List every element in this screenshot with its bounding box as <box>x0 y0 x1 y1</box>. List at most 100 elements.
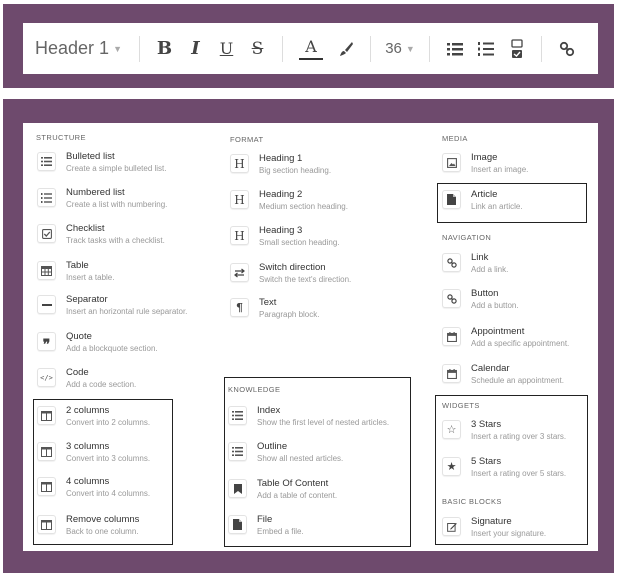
underline-button[interactable]: U <box>211 34 242 64</box>
block-desc: Insert a rating over 3 stars. <box>471 432 567 441</box>
font-size-select[interactable]: 36 ▼ <box>380 40 420 57</box>
numbered-list-icon <box>477 41 494 56</box>
heading-icon: H <box>230 226 249 245</box>
block-index[interactable]: Index Show the first level of nested arti… <box>228 405 389 429</box>
chevron-down-icon: ▼ <box>113 43 122 54</box>
block-switch-direction[interactable]: Switch direction Switch the text's direct… <box>230 262 351 286</box>
heading-glyph: H <box>234 192 245 207</box>
block-desc: Convert into 2 columns. <box>66 418 151 427</box>
block-table[interactable]: Table Insert a table. <box>37 260 114 284</box>
block-table-of-content[interactable]: Table Of Content Add a table of content. <box>228 478 337 502</box>
block-text[interactable]: ¶ Text Paragraph block. <box>230 297 319 321</box>
heading-glyph: H <box>234 228 245 243</box>
link-icon <box>442 253 461 272</box>
block-desc: Big section heading. <box>259 166 332 175</box>
columns-icon <box>37 477 56 496</box>
block-desc: Add a link. <box>471 265 509 274</box>
block-desc: Switch the text's direction. <box>259 275 352 284</box>
block-name: Numbered list <box>66 187 125 198</box>
block-name: Separator <box>66 294 108 305</box>
block-5-stars[interactable]: ★ 5 Stars Insert a rating over 5 stars. <box>442 456 566 480</box>
heading-select[interactable]: Header 1 ▼ <box>35 38 130 59</box>
section-title-navigation: NAVIGATION <box>442 233 492 242</box>
block-signature[interactable]: Signature Insert your signature. <box>442 516 546 540</box>
toolbar-divider <box>541 35 542 62</box>
block-button[interactable]: Button Add a button. <box>442 288 519 312</box>
block-desc: Convert into 3 columns. <box>66 454 151 463</box>
bulleted-list-button[interactable] <box>439 34 470 64</box>
columns-icon <box>37 442 56 461</box>
block-desc: Show the first level of nested articles. <box>257 418 390 427</box>
paragraph-icon: ¶ <box>230 298 249 317</box>
block-calendar[interactable]: Calendar Schedule an appointment. <box>442 363 564 387</box>
block-desc: Add a blockquote section. <box>66 344 158 353</box>
section-title-media: MEDIA <box>442 134 468 143</box>
star-outline-icon: ☆ <box>442 420 461 439</box>
pen-edit-icon <box>442 517 461 536</box>
heading-select-value: Header 1 <box>35 38 110 58</box>
numbered-list-button[interactable] <box>470 34 501 64</box>
block-heading-1[interactable]: H Heading 1 Big section heading. <box>230 153 331 177</box>
strikethrough-button[interactable]: S <box>242 34 273 64</box>
link-icon <box>442 289 461 308</box>
block-desc: Create a simple bulleted list. <box>66 164 167 173</box>
block-desc: Small section heading. <box>259 238 340 247</box>
block-article[interactable]: Article Link an article. <box>442 189 523 213</box>
block-name: Checklist <box>66 223 105 234</box>
block-name: Calendar <box>471 363 510 374</box>
block-heading-2[interactable]: H Heading 2 Medium section heading. <box>230 189 348 213</box>
block-desc: Insert your signature. <box>471 529 547 538</box>
block-name: Table Of Content <box>257 478 329 489</box>
block-numbered-list[interactable]: Numbered list Create a list with numberin… <box>37 187 167 211</box>
block-name: Signature <box>471 516 512 527</box>
block-name: Button <box>471 288 499 299</box>
block-name: Bulleted list <box>66 151 115 162</box>
heading-glyph: H <box>234 156 245 171</box>
text-color-button[interactable]: A <box>292 34 330 64</box>
numbered-list-icon <box>37 188 56 207</box>
block-name: Link <box>471 252 489 263</box>
block-3-stars[interactable]: ☆ 3 Stars Insert a rating over 3 stars. <box>442 419 566 443</box>
block-image[interactable]: Image Insert an image. <box>442 152 528 176</box>
editor-toolbar: Header 1 ▼ B I U S A 36 ▼ <box>23 23 598 74</box>
block-desc: Create a list with numbering. <box>66 200 168 209</box>
block-heading-3[interactable]: H Heading 3 Small section heading. <box>230 225 340 249</box>
block-desc: Embed a file. <box>257 527 304 536</box>
block-desc: Add a specific appointment. <box>471 339 570 348</box>
block-bulleted-list[interactable]: Bulleted list Create a simple bulleted li… <box>37 151 167 175</box>
block-file[interactable]: File Embed a file. <box>228 514 304 538</box>
bulleted-list-icon <box>446 42 463 55</box>
highlight-button[interactable] <box>330 34 361 64</box>
block-3-columns[interactable]: 3 columns Convert into 3 columns. <box>37 441 150 465</box>
text-color-label: A <box>305 37 317 56</box>
block-remove-columns[interactable]: Remove columns Back to one column. <box>37 514 139 538</box>
link-button[interactable] <box>551 34 582 64</box>
block-name: Heading 3 <box>259 225 303 236</box>
block-desc: Insert a table. <box>66 273 115 282</box>
block-separator[interactable]: Separator Insert an horizontal rule separ… <box>37 294 187 318</box>
block-link[interactable]: Link Add a link. <box>442 252 508 276</box>
columns-icon <box>37 406 56 425</box>
checklist-button[interactable] <box>501 34 532 64</box>
block-quote[interactable]: ❞ Quote Add a blockquote section. <box>37 331 158 355</box>
bold-button[interactable]: B <box>149 34 180 64</box>
italic-button[interactable]: I <box>180 34 211 64</box>
block-appointment[interactable]: Appointment Add a specific appointment. <box>442 326 569 350</box>
section-title-structure: STRUCTURE <box>36 133 86 142</box>
horizontal-rule-icon <box>37 295 56 314</box>
block-desc: Back to one column. <box>66 527 139 536</box>
block-4-columns[interactable]: 4 columns Convert into 4 columns. <box>37 476 150 500</box>
checkbox-icon <box>37 224 56 243</box>
block-outline[interactable]: Outline Show all nested articles. <box>228 441 343 465</box>
toolbar-divider <box>429 35 430 62</box>
block-desc: Track tasks with a checklist. <box>66 236 165 245</box>
quote-icon: ❞ <box>37 332 56 352</box>
block-desc: Add a table of content. <box>257 491 338 500</box>
block-code[interactable]: </> Code Add a code section. <box>37 367 136 391</box>
block-checklist[interactable]: Checklist Track tasks with a checklist. <box>37 223 165 247</box>
bulleted-list-icon <box>37 152 56 171</box>
swap-arrows-icon <box>230 263 249 282</box>
calendar-icon <box>442 327 461 346</box>
block-2-columns[interactable]: 2 columns Convert into 2 columns. <box>37 405 150 429</box>
article-icon <box>442 190 461 209</box>
